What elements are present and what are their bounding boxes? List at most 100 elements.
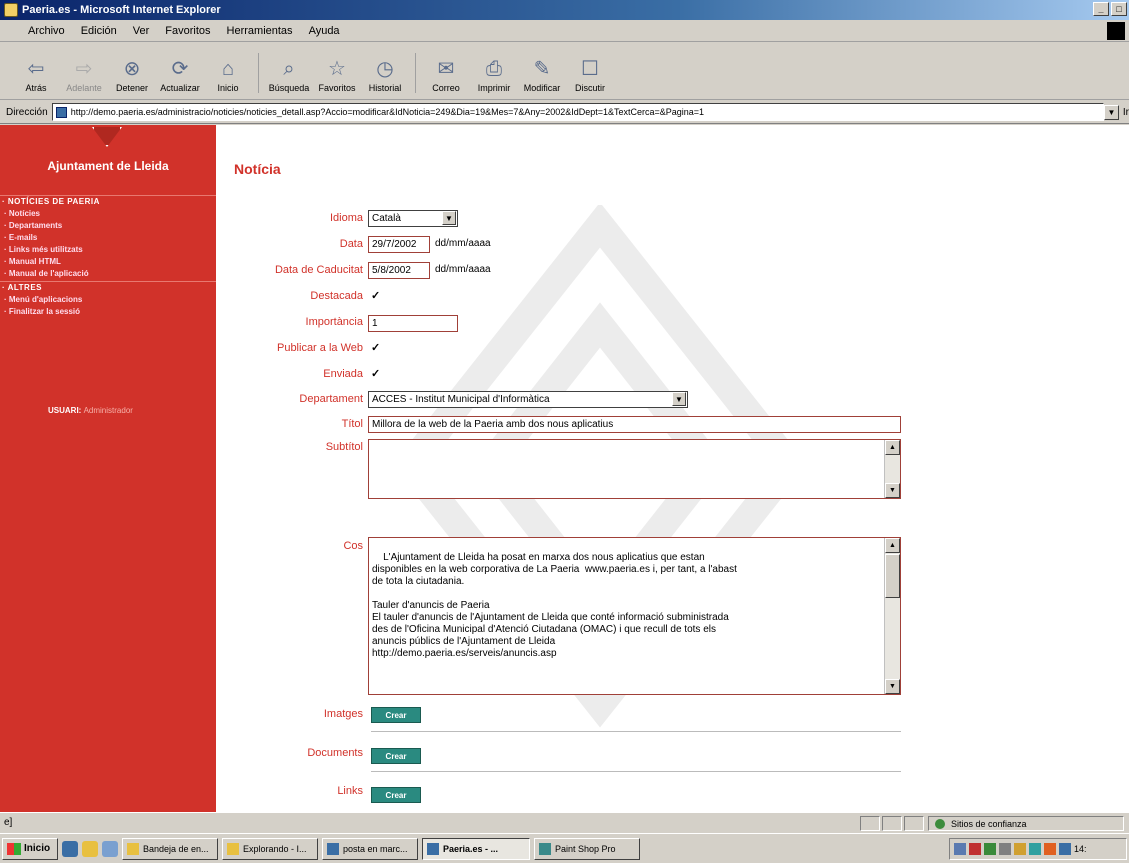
data-input[interactable]: 29/7/2002 <box>368 236 430 253</box>
task-explorando[interactable]: Explorando - I... <box>222 837 318 860</box>
favorites-icon: ☆ <box>328 58 346 80</box>
nav-divider <box>0 281 216 282</box>
subtitol-scrollbar[interactable]: ▲ ▼ <box>884 440 900 498</box>
nav-item-manual-app[interactable]: · Manual de l'aplicació <box>4 269 89 278</box>
mail-icon <box>127 842 139 855</box>
cos-textarea[interactable]: L'Ajuntament de Lleida ha posat en marxa… <box>368 537 901 695</box>
mail-icon <box>327 842 339 855</box>
nav-item-noticies[interactable]: · Notícies <box>4 209 40 218</box>
ie-quicklaunch-icon[interactable] <box>62 840 78 857</box>
nav-item-departaments[interactable]: · Departaments <box>4 221 62 230</box>
tray-icon[interactable] <box>1059 843 1071 855</box>
destacada-checkbox[interactable]: ✓ <box>371 291 382 302</box>
scroll-down-icon[interactable]: ▼ <box>885 679 900 694</box>
paeria-logo-icon <box>92 127 122 147</box>
forward-button[interactable]: ⇨ Adelante <box>62 55 106 99</box>
task-posta[interactable]: posta en marc... <box>322 837 418 860</box>
tray-icon[interactable] <box>954 843 966 855</box>
tray-icon[interactable] <box>1014 843 1026 855</box>
browser-toolbar: ⇦ Atrás ⇨ Adelante ⊗ Detener ⟳ Actualizar ⌂ I… <box>0 42 1129 100</box>
page-icon <box>55 107 67 118</box>
menu-herramientas[interactable]: Herramientas <box>227 25 293 37</box>
outlook-quicklaunch-icon[interactable] <box>82 840 98 857</box>
address-input[interactable]: http://demo.paeria.es/administracio/noti… <box>51 103 1105 121</box>
print-icon: ⎙ <box>486 58 502 80</box>
user-label: USUARI: <box>48 406 82 415</box>
cos-scrollbar[interactable]: ▲ ▼ <box>884 538 900 694</box>
address-dropdown-icon[interactable]: ▼ <box>1104 104 1119 120</box>
minimize-button[interactable]: _ <box>1093 2 1109 16</box>
history-icon: ◷ <box>376 58 394 80</box>
menu-archivo[interactable]: Archivo <box>28 25 65 37</box>
ie-icon <box>427 842 439 855</box>
security-zone: Sitios de confianza <box>928 816 1124 831</box>
start-button[interactable]: Inicio <box>2 837 58 860</box>
idioma-select[interactable]: Català ▼ <box>368 210 458 227</box>
edit-button[interactable]: ✎ Modificar <box>520 55 564 99</box>
caducitat-hint: dd/mm/aaaa <box>435 264 491 275</box>
task-paintshop[interactable]: Paint Shop Pro <box>534 837 640 860</box>
scroll-down-icon[interactable]: ▼ <box>885 483 900 498</box>
scroll-thumb[interactable] <box>885 554 900 598</box>
task-bandeja[interactable]: Bandeja de en... <box>122 837 218 860</box>
refresh-button[interactable]: ⟳ Actualizar <box>158 55 202 99</box>
toolbar-separator <box>415 53 416 93</box>
publicar-label: Publicar a la Web <box>276 342 363 354</box>
tray-icon[interactable] <box>1044 843 1056 855</box>
paint-icon <box>539 842 551 855</box>
menu-favoritos[interactable]: Favoritos <box>165 25 210 37</box>
nav-section-noticies: · NOTÍCIES DE PAERIA <box>2 197 100 206</box>
taskbar: Inicio Bandeja de en... Explorando - I..… <box>0 833 1129 863</box>
discuss-button[interactable]: ☐ Discutir <box>568 55 612 99</box>
importancia-input[interactable]: 1 <box>368 315 458 332</box>
menu-edicion[interactable]: Edición <box>81 25 117 37</box>
subtitol-textarea[interactable]: ▲ ▼ <box>368 439 901 499</box>
nav-item-links[interactable]: · Links més utilitzats <box>4 245 83 254</box>
departament-select[interactable]: ACCES - Institut Municipal d'Informàtica… <box>368 391 688 408</box>
desktop-quicklaunch-icon[interactable] <box>102 840 118 857</box>
enviada-checkbox[interactable]: ✓ <box>371 369 382 380</box>
nav-item-manual-html[interactable]: · Manual HTML <box>4 257 61 266</box>
search-button[interactable]: ⌕ Búsqueda <box>267 55 311 99</box>
back-arrow-icon: ⇦ <box>27 58 45 80</box>
nav-item-logout[interactable]: · Finalitzar la sessió <box>4 307 80 316</box>
enviada-label: Enviada <box>323 368 363 380</box>
scroll-up-icon[interactable]: ▲ <box>885 440 900 455</box>
menu-ayuda[interactable]: Ayuda <box>309 25 340 37</box>
titol-label: Títol <box>341 418 363 430</box>
ie-status-icon: e] <box>4 817 13 828</box>
window-titlebar: Paeria.es - Microsoft Internet Explorer … <box>0 0 1129 20</box>
caducitat-label: Data de Caducitat <box>274 264 363 276</box>
tray-icon[interactable] <box>984 843 996 855</box>
stop-button[interactable]: ⊗ Detener <box>110 55 154 99</box>
data-label: Data <box>339 238 363 250</box>
task-paeria[interactable]: Paeria.es - ... <box>422 837 530 860</box>
nav-item-emails[interactable]: · E-mails <box>4 233 37 242</box>
publicar-checkbox[interactable]: ✓ <box>371 343 382 354</box>
maximize-button[interactable]: □ <box>1111 2 1127 16</box>
section-divider <box>371 731 901 732</box>
tray-icon[interactable] <box>1029 843 1041 855</box>
scroll-up-icon[interactable]: ▲ <box>885 538 900 553</box>
favorites-button[interactable]: ☆ Favoritos <box>315 55 359 99</box>
menu-ver[interactable]: Ver <box>133 25 150 37</box>
home-button[interactable]: ⌂ Inicio <box>206 55 250 99</box>
titol-input[interactable]: Millora de la web de la Paeria amb dos n… <box>368 416 901 433</box>
go-button[interactable]: Ir <box>1123 107 1129 118</box>
tray-icon[interactable] <box>999 843 1011 855</box>
documents-crear-button[interactable]: Crear <box>371 748 421 764</box>
print-button[interactable]: ⎙ Imprimir <box>472 55 516 99</box>
org-name: Ajuntament de Lleida <box>47 159 169 173</box>
nav-divider <box>0 195 216 196</box>
back-button[interactable]: ⇦ Atrás <box>14 55 58 99</box>
imatges-crear-button[interactable]: Crear <box>371 707 421 723</box>
nav-item-menu-apps[interactable]: · Menú d'aplicacions <box>4 295 82 304</box>
tray-icon[interactable] <box>969 843 981 855</box>
history-button[interactable]: ◷ Historial <box>363 55 407 99</box>
caducitat-input[interactable]: 5/8/2002 <box>368 262 430 279</box>
trusted-zone-icon <box>935 818 945 829</box>
mail-button[interactable]: ✉ Correo <box>424 55 468 99</box>
links-crear-button[interactable]: Crear <box>371 787 421 803</box>
stop-icon: ⊗ <box>123 58 141 80</box>
user-name: Administrador <box>83 406 133 415</box>
